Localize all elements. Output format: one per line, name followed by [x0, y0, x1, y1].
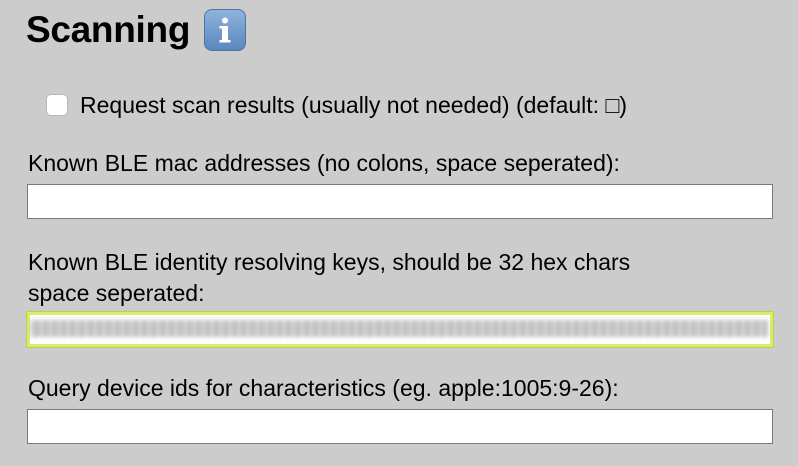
- section-title: Scanning: [26, 9, 191, 50]
- scanning-settings-panel: Scanning Request scan results (usually n…: [0, 0, 798, 466]
- query-device-ids-input[interactable]: [27, 409, 773, 444]
- mac-addresses-label: Known BLE mac addresses (no colons, spac…: [28, 150, 620, 176]
- query-device-ids-label: Query device ids for characteristics (eg…: [28, 375, 619, 401]
- irk-label-line2: space seperated:: [28, 280, 205, 306]
- request-scan-results-label: Request scan results (usually not needed…: [80, 91, 628, 118]
- request-scan-results-row: Request scan results (usually not needed…: [46, 88, 627, 122]
- irk-label-line1: Known BLE identity resolving keys, shoul…: [28, 249, 631, 275]
- info-icon[interactable]: [204, 9, 247, 51]
- request-scan-results-checkbox[interactable]: [46, 94, 68, 116]
- mac-addresses-input[interactable]: [27, 184, 773, 219]
- section-header: Scanning: [26, 4, 247, 56]
- irk-input[interactable]: [27, 312, 773, 347]
